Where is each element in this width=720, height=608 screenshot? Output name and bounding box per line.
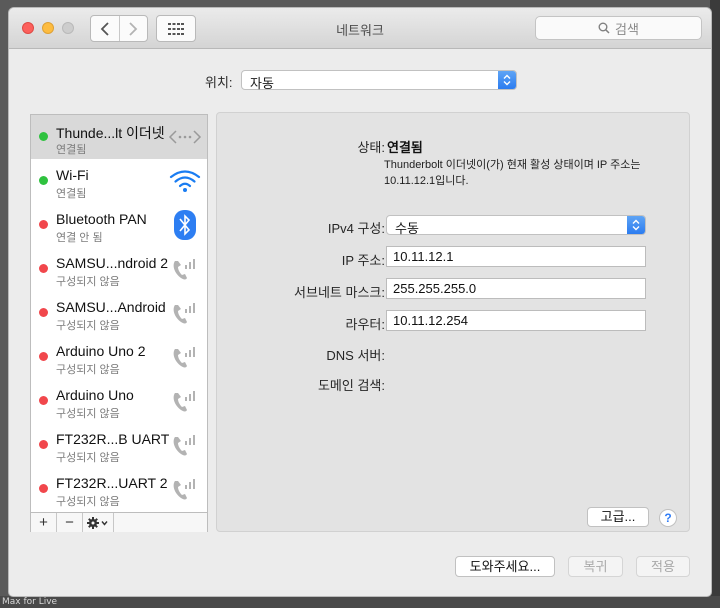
service-name: Arduino Uno — [56, 387, 134, 403]
status-dot — [39, 352, 48, 361]
apply-button[interactable]: 적용 — [636, 556, 690, 577]
wifi-icon — [167, 165, 203, 197]
status-value: 연결됨 — [387, 140, 423, 155]
subnet-mask-label: 서브네트 마스크: — [294, 285, 385, 300]
service-item[interactable]: SAMSU...Android 구성되지 않음 — [31, 291, 207, 335]
service-list-toolbar: + − — [31, 512, 207, 532]
status-dot — [39, 264, 48, 273]
service-name: SAMSU...Android — [56, 299, 166, 315]
search-domains-label: 도메인 검색: — [317, 378, 385, 393]
ip-address-field[interactable]: 10.11.12.1 — [386, 246, 646, 267]
service-status: 연결 안 됨 — [56, 232, 103, 244]
service-name: FT232R...UART 2 — [56, 475, 168, 491]
phone-icon — [167, 253, 203, 285]
status-dot — [39, 132, 48, 141]
assist-me-button[interactable]: 도와주세요... — [455, 556, 555, 577]
ipv4-config-label: IPv4 구성: — [327, 221, 385, 236]
plus-icon: + — [39, 514, 48, 531]
ip-address-label: IP 주소: — [341, 253, 385, 268]
service-name: SAMSU...ndroid 2 — [56, 255, 169, 271]
status-dot — [39, 176, 48, 185]
service-list: Thunde...lt 이더넷연결됨 Wi-Fi 연결됨 Bluetooth PAN 연… — [31, 115, 207, 512]
service-status: 연결됨 — [56, 188, 87, 200]
status-dot — [39, 220, 48, 229]
router-label: 라우터: — [345, 317, 386, 332]
status-dot — [39, 308, 48, 317]
add-service-button[interactable]: + — [31, 513, 57, 532]
bluetooth-icon — [167, 209, 203, 241]
service-item[interactable]: Bluetooth PAN 연결 안 됨 — [31, 203, 207, 247]
dns-server-label: DNS 서버: — [326, 348, 385, 363]
remove-service-button[interactable]: − — [57, 513, 83, 532]
ipv4-config-popup[interactable]: 수동 — [386, 215, 646, 236]
advanced-button[interactable]: 고급... — [587, 507, 649, 527]
search-field[interactable]: 검색 — [535, 16, 702, 40]
service-status: 연결됨 — [56, 144, 87, 156]
status-dot — [39, 440, 48, 449]
background-app-edge — [710, 0, 720, 608]
phone-icon — [167, 429, 203, 461]
title-bar: 네트워크 검색 — [9, 8, 711, 49]
action-menu-button[interactable] — [83, 513, 114, 532]
service-status: 구성되지 않음 — [56, 452, 120, 464]
gear-icon — [87, 516, 108, 529]
background-app-strip — [0, 596, 720, 608]
ipv4-config-value: 수동 — [395, 221, 419, 236]
service-item[interactable]: Wi-Fi 연결됨 — [31, 159, 207, 203]
popup-stepper-icon — [627, 216, 645, 234]
search-placeholder: 검색 — [615, 21, 639, 37]
service-item[interactable]: FT232R...B UART 구성되지 않음 — [31, 423, 207, 467]
location-value: 자동 — [250, 76, 274, 91]
chevron-down-icon — [101, 520, 108, 526]
status-label: 상태: — [357, 140, 385, 155]
service-item[interactable]: FT232R...UART 2 구성되지 않음 — [31, 467, 207, 511]
subnet-mask-field[interactable]: 255.255.255.0 — [386, 278, 646, 299]
service-list-panel: Thunde...lt 이더넷연결됨 Wi-Fi 연결됨 Bluetooth PAN 연… — [30, 114, 208, 532]
service-status: 구성되지 않음 — [56, 320, 120, 332]
service-item[interactable]: SAMSU...ndroid 2 구성되지 않음 — [31, 247, 207, 291]
details-panel: 상태: 연결됨 Thunderbolt 이더넷이(가) 현재 활성 상태이며 I… — [216, 112, 690, 532]
network-preferences-window: 네트워크 검색 위치: 자동 Thunde...lt 이더넷연결됨 Wi-Fi 연결… — [9, 8, 711, 596]
location-label: 위치: — [205, 75, 233, 90]
service-status: 구성되지 않음 — [56, 364, 120, 376]
service-name: FT232R...B UART — [56, 431, 170, 447]
service-status: 구성되지 않음 — [56, 496, 120, 508]
service-name: Arduino Uno 2 — [56, 343, 146, 359]
location-popup[interactable]: 자동 — [241, 70, 517, 91]
background-app-label: Max for Live — [2, 597, 58, 607]
service-status: 구성되지 않음 — [56, 408, 120, 420]
service-item[interactable]: Thunde...lt 이더넷연결됨 — [31, 115, 207, 159]
search-icon — [598, 22, 610, 34]
popup-stepper-icon — [498, 71, 516, 89]
service-item[interactable]: Arduino Uno 2 구성되지 않음 — [31, 335, 207, 379]
phone-icon — [167, 473, 203, 505]
status-dot — [39, 484, 48, 493]
phone-icon — [167, 341, 203, 373]
help-icon[interactable]: ? — [659, 509, 677, 527]
service-status: 구성되지 않음 — [56, 276, 120, 288]
phone-icon — [167, 297, 203, 329]
status-dot — [39, 396, 48, 405]
ethernet-icon — [167, 121, 203, 153]
service-name: Wi-Fi — [56, 167, 89, 183]
phone-icon — [167, 385, 203, 417]
minus-icon: − — [65, 514, 74, 531]
service-name: Bluetooth PAN — [56, 211, 147, 227]
service-item[interactable]: Arduino Uno 구성되지 않음 — [31, 379, 207, 423]
status-description: Thunderbolt 이더넷이(가) 현재 활성 상태이며 IP 주소는 10… — [384, 159, 641, 187]
revert-button[interactable]: 복귀 — [568, 556, 623, 577]
service-name: Thunde...lt 이더넷 — [56, 125, 165, 141]
router-field[interactable]: 10.11.12.254 — [386, 310, 646, 331]
